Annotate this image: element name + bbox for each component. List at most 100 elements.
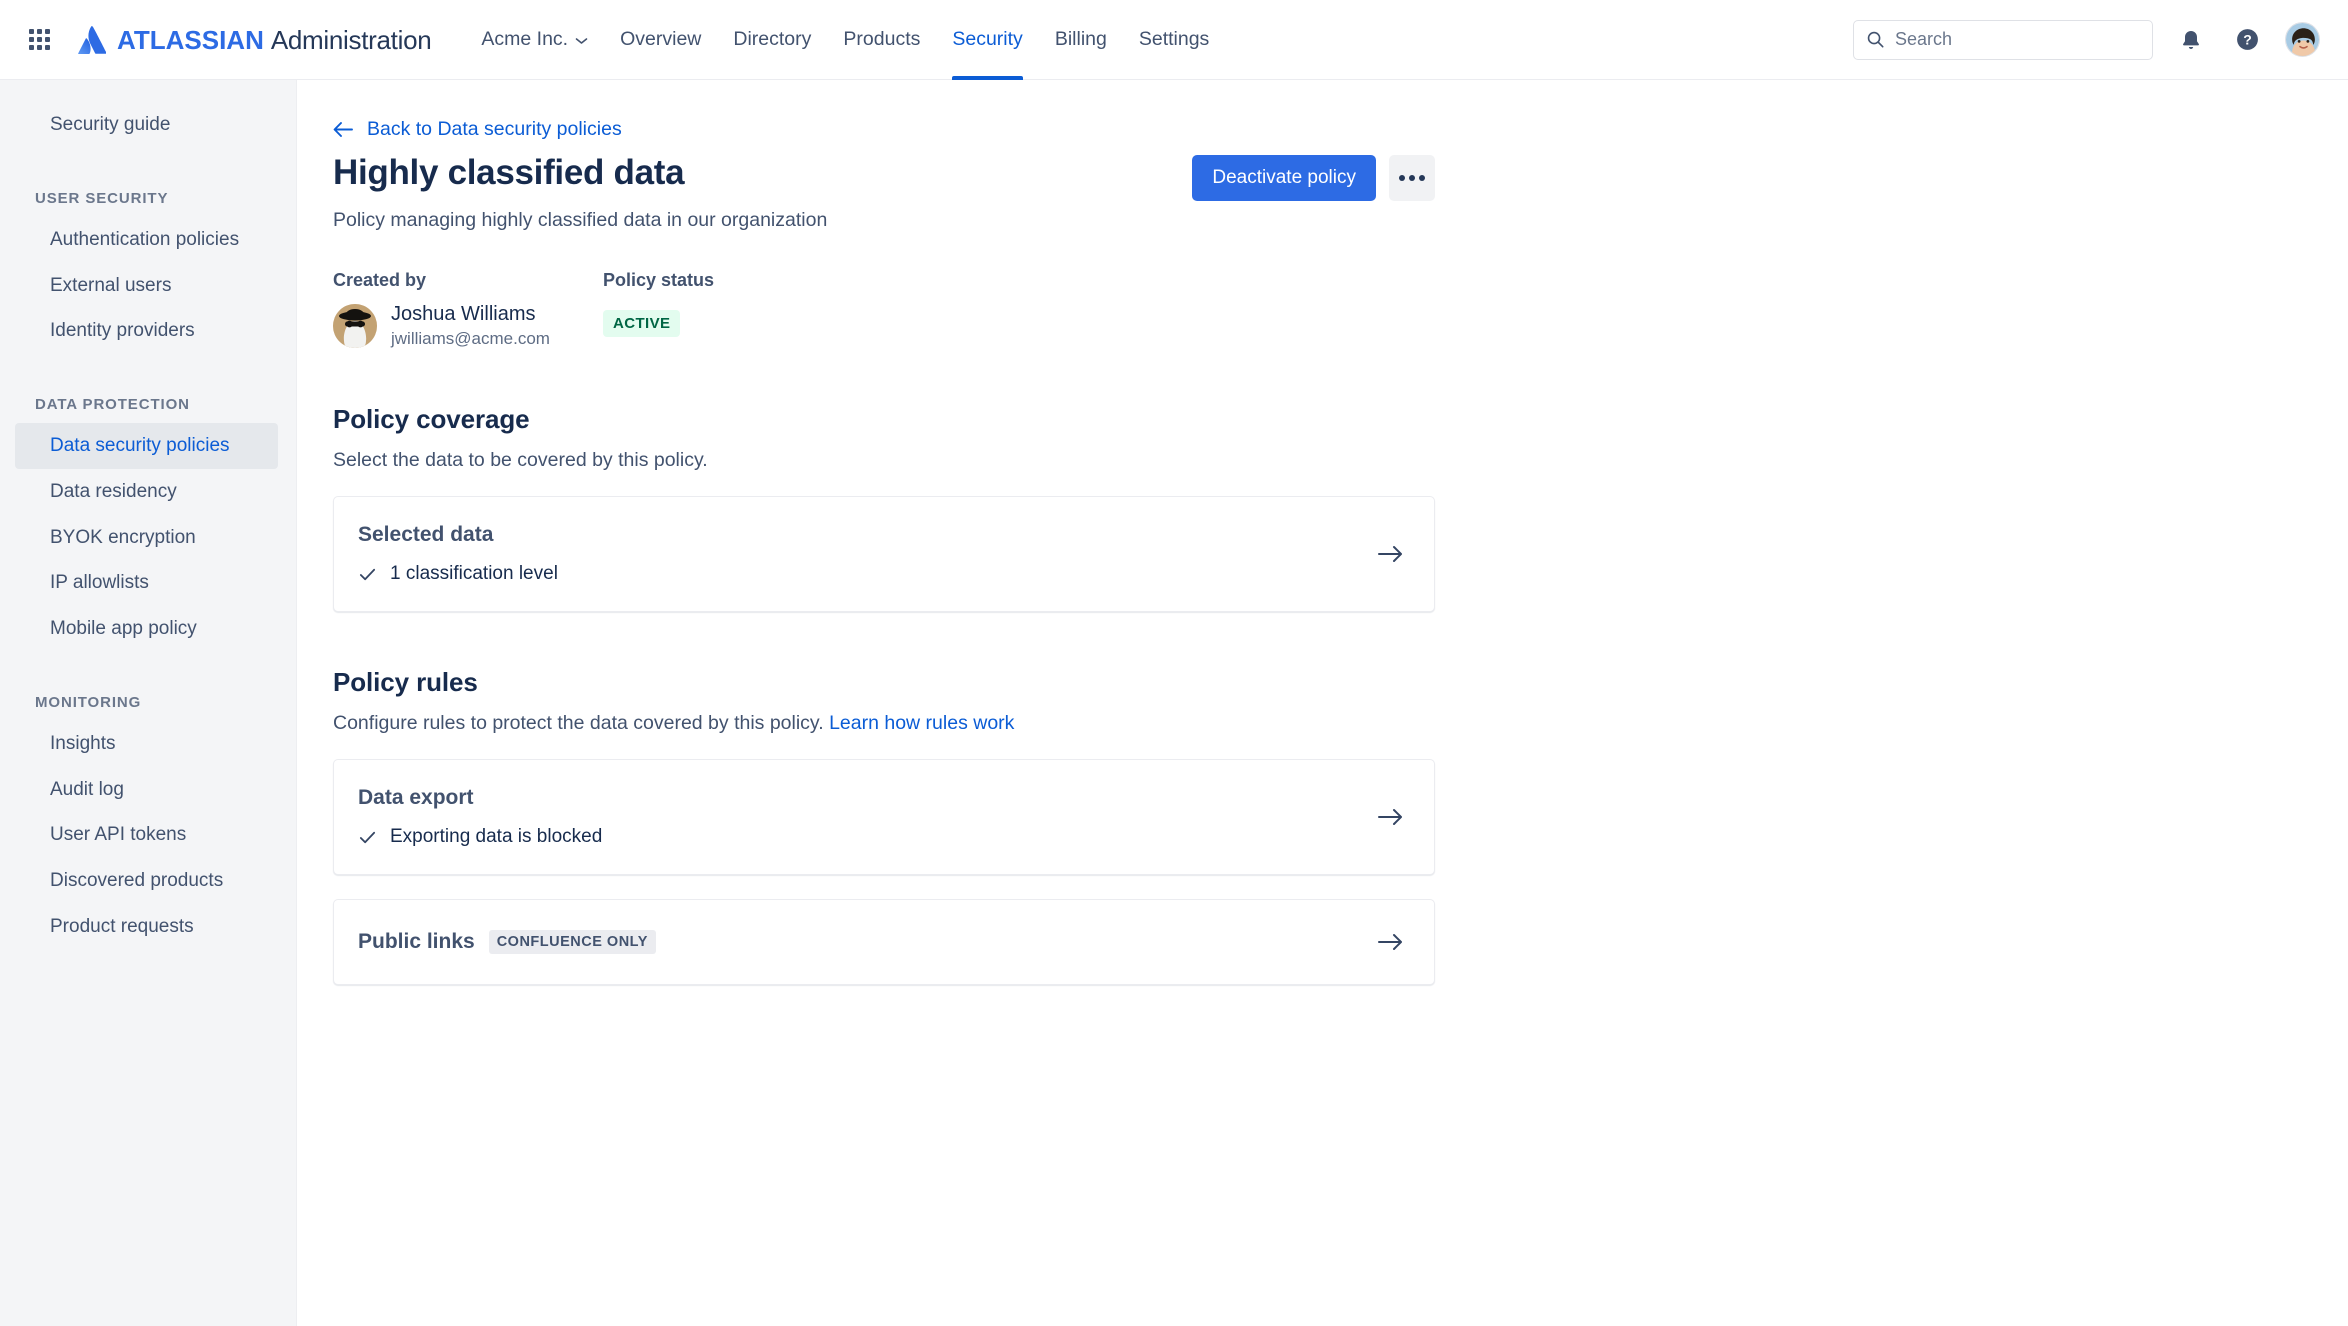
- confluence-only-badge: CONFLUENCE ONLY: [488, 930, 656, 954]
- content-column: Back to Data security policies Highly cl…: [333, 118, 1435, 985]
- sidebar-item-ip-allowlists[interactable]: IP allowlists: [15, 560, 278, 606]
- card-body: Public links CONFLUENCE ONLY: [358, 930, 1354, 954]
- policy-rules-title: Policy rules: [333, 667, 478, 697]
- arrow-right-icon: [1378, 934, 1402, 950]
- nav-item-products[interactable]: Products: [827, 0, 936, 80]
- arrow-right-icon: [1378, 809, 1402, 825]
- creator-name: Joshua Williams: [391, 303, 536, 325]
- help-button[interactable]: ?: [2229, 22, 2265, 58]
- help-circle-icon: ?: [2236, 29, 2258, 50]
- sidebar-item-discovered-products[interactable]: Discovered products: [15, 858, 278, 904]
- user-avatar: [333, 304, 377, 348]
- card-title-label: Data export: [358, 786, 474, 809]
- page-title-row: Highly classified data Policy managing h…: [333, 152, 1435, 232]
- card-detail-label: Exporting data is blocked: [390, 826, 603, 847]
- public-links-card[interactable]: Public links CONFLUENCE ONLY: [333, 899, 1435, 985]
- secondary-sidebar: Security guide USER SECURITY Authenticat…: [0, 80, 297, 1326]
- page-title: Highly classified data: [333, 153, 685, 192]
- sidebar-item-data-residency[interactable]: Data residency: [15, 469, 278, 515]
- nav-item-directory[interactable]: Directory: [717, 0, 827, 80]
- main-content: Back to Data security policies Highly cl…: [297, 80, 2348, 1326]
- nav-item-security[interactable]: Security: [936, 0, 1038, 80]
- nav-label: Directory: [733, 28, 812, 50]
- search-icon: [1867, 31, 1884, 48]
- policy-rules-description-text: Configure rules to protect the data cove…: [333, 712, 824, 734]
- page-description: Policy managing highly classified data i…: [333, 209, 828, 231]
- sidebar-heading-monitoring: MONITORING: [35, 693, 142, 711]
- nav-item-settings[interactable]: Settings: [1123, 0, 1225, 80]
- created-by-block: Created by Joshua Williams jwilliams@acm…: [333, 270, 603, 349]
- card-title: Selected data: [358, 523, 1354, 547]
- page-title-block: Highly classified data Policy managing h…: [333, 152, 827, 232]
- sidebar-item-external-users[interactable]: External users: [15, 263, 278, 309]
- card-detail-line: Exporting data is blocked: [358, 826, 1354, 848]
- policy-coverage-description: Select the data to be covered by this po…: [333, 449, 708, 471]
- more-horizontal-icon: [1419, 175, 1425, 181]
- brand-title: ATLASSIAN Administration: [117, 24, 432, 55]
- selected-data-card[interactable]: Selected data 1 classification level: [333, 496, 1435, 612]
- nav-item-overview[interactable]: Overview: [604, 0, 717, 80]
- policy-coverage-title: Policy coverage: [333, 404, 530, 434]
- policy-status-label: Policy status: [603, 270, 715, 290]
- more-actions-button[interactable]: [1389, 155, 1435, 201]
- card-detail-label: 1 classification level: [390, 563, 558, 584]
- back-link-label: Back to Data security policies: [367, 118, 622, 140]
- deactivate-policy-button[interactable]: Deactivate policy: [1192, 155, 1376, 201]
- sidebar-heading-data-protection: DATA PROTECTION: [35, 396, 190, 413]
- card-title: Public links CONFLUENCE ONLY: [358, 930, 1354, 954]
- creator-avatar: [333, 304, 377, 348]
- top-nav-right-cluster: ?: [1853, 19, 2320, 60]
- more-horizontal-icon: [1399, 175, 1405, 181]
- nav-label: Products: [843, 28, 921, 50]
- sidebar-item-user-api-tokens[interactable]: User API tokens: [15, 812, 278, 858]
- sidebar-item-identity-providers[interactable]: Identity providers: [15, 308, 278, 354]
- learn-how-rules-work-link[interactable]: Learn how rules work: [829, 712, 1014, 734]
- search-box[interactable]: [1853, 19, 2153, 60]
- bell-icon: [2183, 30, 2199, 49]
- sidebar-item-product-requests[interactable]: Product requests: [15, 904, 278, 950]
- sidebar-item-mobile-app-policy[interactable]: Mobile app policy: [15, 606, 278, 652]
- org-selector[interactable]: Acme Inc.: [465, 0, 604, 80]
- arrow-right-icon: [1378, 546, 1402, 562]
- search-input[interactable]: [1895, 29, 2140, 50]
- card-title-label: Public links: [358, 930, 475, 953]
- card-title-label: Selected data: [358, 523, 494, 546]
- grid-apps-icon[interactable]: [22, 23, 56, 57]
- check-icon: [359, 831, 376, 843]
- policy-coverage-section: Policy coverage Select the data to be co…: [333, 404, 1435, 612]
- brand-home-link[interactable]: ATLASSIAN Administration: [78, 24, 432, 55]
- profile-avatar[interactable]: [2285, 22, 2320, 57]
- sidebar-item-data-security-policies[interactable]: Data security policies: [15, 423, 278, 469]
- back-to-data-security-policies-link[interactable]: Back to Data security policies: [333, 118, 622, 141]
- sidebar-item-audit-log[interactable]: Audit log: [15, 767, 278, 813]
- card-body: Data export Exporting data is blocked: [358, 786, 1354, 848]
- nav-label: Security: [952, 28, 1023, 50]
- sidebar-item-insights[interactable]: Insights: [15, 721, 278, 767]
- top-navigation-bar: ATLASSIAN Administration Acme Inc. Overvi…: [0, 0, 2348, 80]
- creator: Joshua Williams jwilliams@acme.com: [333, 303, 603, 349]
- nav-label: Overview: [620, 28, 702, 50]
- brand-atlassian-text: ATLASSIAN: [117, 24, 264, 55]
- chevron-down-icon: [575, 38, 588, 44]
- page-shell: Security guide USER SECURITY Authenticat…: [0, 80, 2348, 1326]
- org-name-label: Acme Inc.: [481, 28, 569, 50]
- check-icon: [359, 568, 376, 580]
- card-detail-line: 1 classification level: [358, 563, 1354, 585]
- nav-item-billing[interactable]: Billing: [1039, 0, 1123, 80]
- policy-rules-section: Policy rules Configure rules to protect …: [333, 667, 1435, 985]
- page-actions: Deactivate policy: [1192, 155, 1435, 201]
- notifications-button[interactable]: [2173, 22, 2209, 58]
- card-body: Selected data 1 classification level: [358, 523, 1354, 585]
- sidebar-item-security-guide[interactable]: Security guide: [15, 102, 278, 148]
- sidebar-heading-user-security: USER SECURITY: [35, 189, 169, 207]
- svg-text:?: ?: [2243, 32, 2252, 48]
- creator-email: jwilliams@acme.com: [391, 329, 550, 348]
- policy-rules-description: Configure rules to protect the data cove…: [333, 712, 1435, 735]
- data-export-card[interactable]: Data export Exporting data is blocked: [333, 759, 1435, 875]
- sidebar-item-byok-encryption[interactable]: BYOK encryption: [15, 515, 278, 561]
- nav-label: Billing: [1054, 28, 1107, 50]
- nav-label: Settings: [1138, 28, 1210, 50]
- sidebar-item-authentication-policies[interactable]: Authentication policies: [15, 217, 278, 263]
- status-badge: ACTIVE: [603, 310, 681, 337]
- card-title: Data export: [358, 786, 1354, 810]
